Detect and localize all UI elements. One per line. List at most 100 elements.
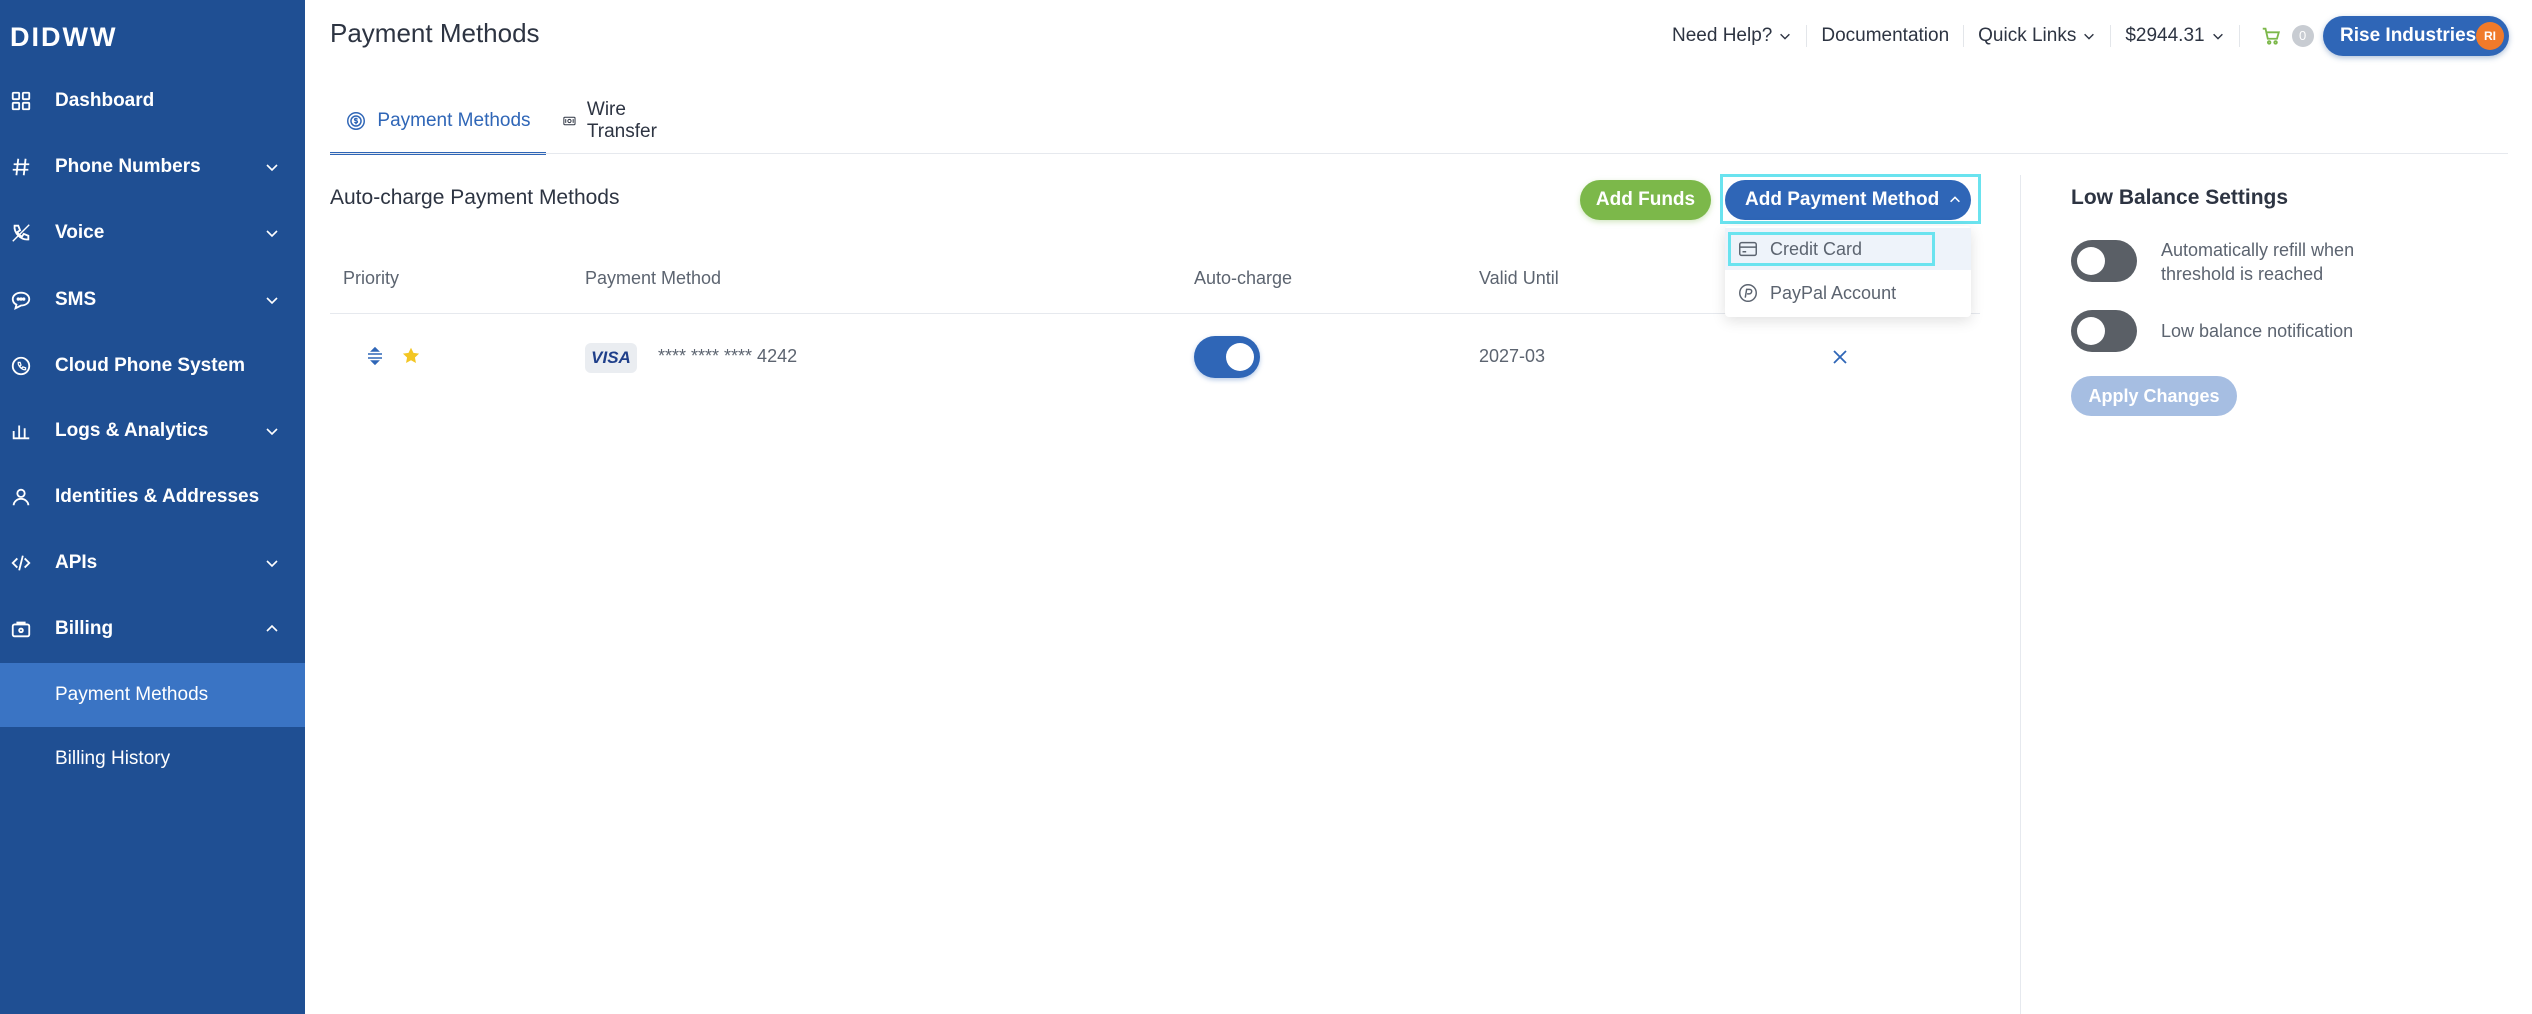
card-number: **** **** **** 4242	[658, 346, 798, 366]
wallet-icon	[10, 618, 32, 640]
sidebar-item-identities-addresses[interactable]: Identities & Addresses	[0, 464, 305, 530]
balance-dropdown[interactable]: $2944.31	[2125, 25, 2224, 47]
quick-links-dropdown[interactable]: Quick Links	[1978, 25, 2096, 47]
avatar: RI	[2476, 22, 2504, 50]
add-payment-method-menu: Credit Card PayPal Account	[1725, 226, 1971, 317]
code-icon	[10, 552, 32, 574]
top-links: Need Help? Documentation Quick Links $29…	[1672, 20, 2314, 52]
sidebar-item-label: Billing	[55, 618, 114, 639]
auto-charge-toggle[interactable]	[1194, 336, 1260, 378]
close-icon[interactable]	[1830, 347, 1850, 367]
chevron-down-icon	[2212, 33, 2223, 40]
divider	[1806, 25, 1808, 47]
dollar-circle-icon	[347, 112, 366, 130]
divider	[2110, 25, 2112, 47]
page-title: Payment Methods	[330, 18, 540, 48]
bar-chart-icon	[10, 420, 32, 442]
sidebar-item-label: SMS	[55, 289, 97, 310]
need-help-dropdown[interactable]: Need Help?	[1672, 25, 1792, 47]
balance-value: $2944.31	[2125, 25, 2205, 46]
sidebar-item-label: Identities & Addresses	[55, 486, 260, 507]
column-header-valid-until: Valid Until	[1479, 268, 1559, 288]
tab-payment-methods[interactable]: Payment Methods	[330, 88, 546, 155]
column-header-auto-charge: Auto-charge	[1194, 268, 1293, 288]
menu-item-credit-card[interactable]: Credit Card	[1725, 228, 1971, 270]
sidebar-subitem-payment-methods[interactable]: Payment Methods	[0, 663, 305, 727]
cart-button[interactable]: 0	[2254, 25, 2314, 47]
toggle-knob	[1226, 343, 1254, 371]
phone-icon	[10, 222, 32, 244]
sidebar-item-voice[interactable]: Voice	[0, 200, 305, 266]
chevron-down-icon	[1780, 33, 1791, 40]
column-header-priority: Priority	[343, 268, 400, 288]
documentation-label: Documentation	[1821, 25, 1950, 46]
menu-item-label: Credit Card	[1770, 238, 1863, 259]
phone-circle-icon	[10, 355, 32, 377]
low-balance-notification-label: Low balance notification	[2161, 321, 2354, 341]
low-balance-title: Low Balance Settings	[2071, 186, 2289, 209]
chevron-down-icon	[2084, 33, 2095, 40]
need-help-label: Need Help?	[1672, 25, 1773, 46]
sidebar-item-billing[interactable]: Billing	[0, 596, 305, 662]
sidebar-subitem-billing-history[interactable]: Billing History	[0, 727, 305, 791]
person-icon	[10, 486, 32, 508]
cart-count-badge: 0	[2291, 25, 2314, 47]
divider	[2238, 25, 2240, 47]
low-balance-notification-toggle[interactable]	[2071, 310, 2137, 352]
sidebar-item-label: Dashboard	[55, 90, 155, 111]
chevron-down-icon	[264, 555, 280, 571]
add-funds-button[interactable]: Add Funds	[1580, 180, 1711, 220]
toggle-knob	[2077, 317, 2105, 345]
chevron-down-icon	[264, 225, 280, 241]
company-name: Rise Industries	[2340, 25, 2477, 46]
star-icon[interactable]	[400, 345, 422, 367]
chevron-down-icon	[264, 159, 280, 175]
hash-icon	[10, 156, 32, 178]
money-icon	[563, 116, 576, 126]
tab-label: Payment Methods	[377, 110, 531, 131]
column-header-payment-method: Payment Method	[585, 268, 722, 288]
panel-divider	[2020, 175, 2021, 1014]
chevron-up-icon	[1950, 196, 1961, 203]
sidebar: DIDWW Dashboard Phone Numbers Voice SMS …	[0, 0, 305, 1014]
sidebar-item-phone-numbers[interactable]: Phone Numbers	[0, 134, 305, 200]
paypal-icon	[1739, 284, 1757, 302]
chevron-down-icon	[264, 423, 280, 439]
sidebar-item-label: Logs & Analytics	[55, 420, 209, 441]
add-payment-method-button[interactable]: Add Payment Method	[1725, 180, 1971, 220]
sidebar-item-apis[interactable]: APIs	[0, 530, 305, 596]
auto-refill-label: Automatically refill when threshold is r…	[2161, 240, 2355, 284]
documentation-link[interactable]: Documentation	[1821, 25, 1949, 47]
sidebar-item-label: Cloud Phone System	[55, 355, 246, 376]
chat-icon	[10, 289, 32, 311]
visa-card-icon: VISA	[585, 343, 637, 373]
tab-wire-transfer[interactable]: Wire Transfer	[562, 88, 664, 154]
grid-icon	[10, 90, 32, 112]
sidebar-item-label: Voice	[55, 222, 105, 243]
cart-icon	[2262, 27, 2280, 45]
menu-item-paypal-account[interactable]: PayPal Account	[1725, 272, 1971, 314]
drag-handle-icon[interactable]	[365, 346, 385, 366]
sidebar-subitem-label: Billing History	[55, 748, 171, 769]
chevron-down-icon	[264, 292, 280, 308]
logo[interactable]: DIDWW	[10, 22, 117, 52]
sidebar-item-label: Phone Numbers	[55, 156, 201, 177]
tab-label: Wire Transfer	[586, 99, 657, 142]
valid-until-value: 2027-03	[1479, 346, 1546, 366]
divider	[1963, 25, 1965, 47]
sidebar-item-dashboard[interactable]: Dashboard	[0, 68, 305, 134]
tab-divider	[330, 153, 2508, 154]
toggle-knob	[2077, 247, 2105, 275]
auto-refill-toggle[interactable]	[2071, 240, 2137, 282]
sidebar-item-sms[interactable]: SMS	[0, 267, 305, 333]
menu-item-label: PayPal Account	[1770, 282, 1897, 303]
company-account-button[interactable]: Rise Industries RI	[2323, 16, 2509, 56]
sidebar-item-label: APIs	[55, 552, 98, 573]
sidebar-subitem-label: Payment Methods	[55, 684, 209, 705]
chevron-up-icon	[264, 621, 280, 637]
apply-changes-button[interactable]: Apply Changes	[2071, 376, 2237, 416]
sidebar-item-logs-analytics[interactable]: Logs & Analytics	[0, 398, 305, 464]
section-title: Auto-charge Payment Methods	[330, 186, 620, 209]
add-payment-method-label: Add Payment Method	[1745, 189, 1940, 210]
sidebar-item-cloud-phone-system[interactable]: Cloud Phone System	[0, 333, 305, 399]
